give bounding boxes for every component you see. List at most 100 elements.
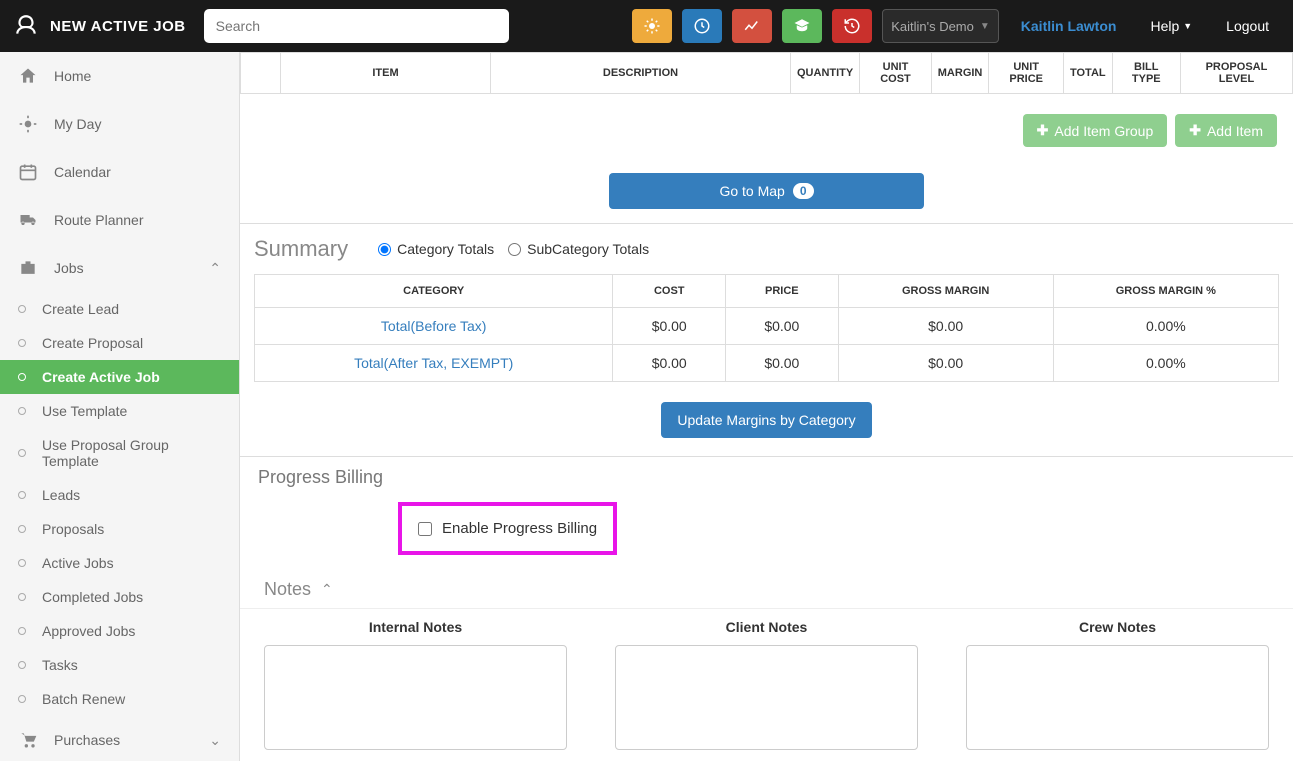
sidebar-item-purchases[interactable]: Purchases ⌄ (0, 716, 239, 761)
search-input[interactable] (204, 9, 509, 43)
app-logo-icon (12, 12, 40, 40)
sidebar-item-use-proposal-group-template[interactable]: Use Proposal Group Template (0, 428, 239, 478)
sidebar-item-route-planner[interactable]: Route Planner (0, 196, 239, 244)
enable-progress-billing-label[interactable]: Enable Progress Billing (442, 520, 597, 537)
crew-notes-label: Crew Notes (1079, 619, 1156, 635)
chevron-down-icon: ⌄ (209, 732, 221, 749)
plus-icon: ✚ (1037, 122, 1049, 139)
sidebar-item-calendar[interactable]: Calendar (0, 148, 239, 196)
chevron-up-icon: ⌃ (321, 581, 333, 598)
col-gross-margin-pct: GROSS MARGIN % (1053, 275, 1278, 308)
sidebar-item-label: Completed Jobs (42, 589, 143, 605)
client-notes-label: Client Notes (726, 619, 808, 635)
item-table: ITEM DESCRIPTION QUANTITY UNIT COST MARG… (240, 52, 1293, 94)
account-selector[interactable]: Kaitlin's Demo ▼ (882, 9, 999, 43)
enable-progress-billing-highlight: Enable Progress Billing (398, 502, 617, 555)
sidebar-item-label: Create Proposal (42, 335, 143, 351)
clock-icon[interactable] (682, 9, 722, 43)
internal-notes-textarea[interactable] (264, 645, 567, 750)
cart-icon (18, 730, 38, 750)
radio-category-totals[interactable]: Category Totals (378, 241, 494, 257)
sidebar: Home My Day Calendar Route Planner Jobs … (0, 52, 240, 761)
search-container (204, 9, 509, 43)
col-price: PRICE (726, 275, 839, 308)
sidebar-item-tasks[interactable]: Tasks (0, 648, 239, 682)
go-to-map-button[interactable]: Go to Map 0 (609, 173, 923, 209)
sidebar-item-label: Create Lead (42, 301, 119, 317)
radio-subcategory-totals[interactable]: SubCategory Totals (508, 241, 649, 257)
sidebar-item-label: Jobs (54, 260, 84, 276)
summary-table: CATEGORY COST PRICE GROSS MARGIN GROSS M… (254, 274, 1279, 382)
briefcase-icon (18, 258, 38, 278)
caret-down-icon: ▼ (1183, 21, 1192, 31)
sidebar-item-label: Route Planner (54, 212, 144, 228)
col-proposal-level: PROPOSAL LEVEL (1180, 53, 1292, 94)
notes-section-header[interactable]: Notes ⌃ (240, 565, 1293, 608)
sidebar-item-label: Calendar (54, 164, 111, 180)
client-notes-textarea[interactable] (615, 645, 918, 750)
enable-progress-billing-checkbox[interactable] (418, 522, 432, 536)
sidebar-item-batch-renew[interactable]: Batch Renew (0, 682, 239, 716)
col-quantity: QUANTITY (791, 53, 860, 94)
history-icon[interactable] (832, 9, 872, 43)
add-item-group-button[interactable]: ✚ Add Item Group (1023, 114, 1168, 147)
add-item-button[interactable]: ✚ Add Item (1175, 114, 1277, 147)
sun-icon (18, 114, 38, 134)
col-bill-type: BILL TYPE (1112, 53, 1180, 94)
col-category: CATEGORY (255, 275, 613, 308)
sun-icon[interactable] (632, 9, 672, 43)
table-row: Total(After Tax, EXEMPT) $0.00 $0.00 $0.… (255, 345, 1279, 382)
summary-title: Summary (254, 236, 348, 262)
col-cost: COST (613, 275, 726, 308)
map-count-badge: 0 (793, 183, 814, 199)
help-link[interactable]: Help ▼ (1138, 18, 1204, 34)
sidebar-item-create-active-job[interactable]: Create Active Job (0, 360, 239, 394)
plus-icon: ✚ (1189, 122, 1201, 139)
sidebar-item-label: Home (54, 68, 91, 84)
education-icon[interactable] (782, 9, 822, 43)
col-total: TOTAL (1063, 53, 1112, 94)
sidebar-item-my-day[interactable]: My Day (0, 100, 239, 148)
sidebar-item-label: Purchases (54, 732, 120, 748)
main-content: ITEM DESCRIPTION QUANTITY UNIT COST MARG… (240, 52, 1293, 761)
top-bar: NEW ACTIVE JOB Kaitlin's Demo ▼ Kaitlin … (0, 0, 1293, 52)
sidebar-item-create-proposal[interactable]: Create Proposal (0, 326, 239, 360)
sidebar-item-use-template[interactable]: Use Template (0, 394, 239, 428)
sidebar-item-active-jobs[interactable]: Active Jobs (0, 546, 239, 580)
sidebar-item-jobs[interactable]: Jobs ⌃ (0, 244, 239, 292)
sidebar-item-label: Proposals (42, 521, 104, 537)
chart-icon[interactable] (732, 9, 772, 43)
sidebar-item-label: Tasks (42, 657, 78, 673)
internal-notes-column: Internal Notes (264, 619, 567, 761)
internal-notes-label: Internal Notes (369, 619, 462, 635)
sidebar-item-home[interactable]: Home (0, 52, 239, 100)
sidebar-item-label: Batch Renew (42, 691, 125, 707)
crew-notes-column: Crew Notes (966, 619, 1269, 761)
sidebar-item-label: Use Template (42, 403, 127, 419)
chevron-up-icon: ⌃ (209, 260, 221, 277)
sidebar-item-create-lead[interactable]: Create Lead (0, 292, 239, 326)
truck-icon (18, 210, 38, 230)
update-margins-button[interactable]: Update Margins by Category (661, 402, 871, 438)
home-icon (18, 66, 38, 86)
calendar-icon (18, 162, 38, 182)
col-unit-cost: UNIT COST (860, 53, 932, 94)
col-margin: MARGIN (931, 53, 989, 94)
sidebar-item-leads[interactable]: Leads (0, 478, 239, 512)
sidebar-item-proposals[interactable]: Proposals (0, 512, 239, 546)
logout-link[interactable]: Logout (1214, 18, 1281, 34)
sidebar-item-label: Active Jobs (42, 555, 114, 571)
sidebar-item-label: Use Proposal Group Template (42, 437, 221, 469)
progress-billing-title: Progress Billing (258, 467, 1275, 488)
client-notes-column: Client Notes WARNING: These notes are di… (615, 619, 918, 761)
sidebar-item-completed-jobs[interactable]: Completed Jobs (0, 580, 239, 614)
sidebar-item-approved-jobs[interactable]: Approved Jobs (0, 614, 239, 648)
table-row: Total(Before Tax) $0.00 $0.00 $0.00 0.00… (255, 308, 1279, 345)
caret-down-icon: ▼ (980, 21, 990, 32)
user-link[interactable]: Kaitlin Lawton (1009, 18, 1129, 34)
col-item: ITEM (281, 53, 491, 94)
crew-notes-textarea[interactable] (966, 645, 1269, 750)
col-description: DESCRIPTION (491, 53, 791, 94)
sidebar-item-label: Leads (42, 487, 80, 503)
col-unit-price: UNIT PRICE (989, 53, 1064, 94)
